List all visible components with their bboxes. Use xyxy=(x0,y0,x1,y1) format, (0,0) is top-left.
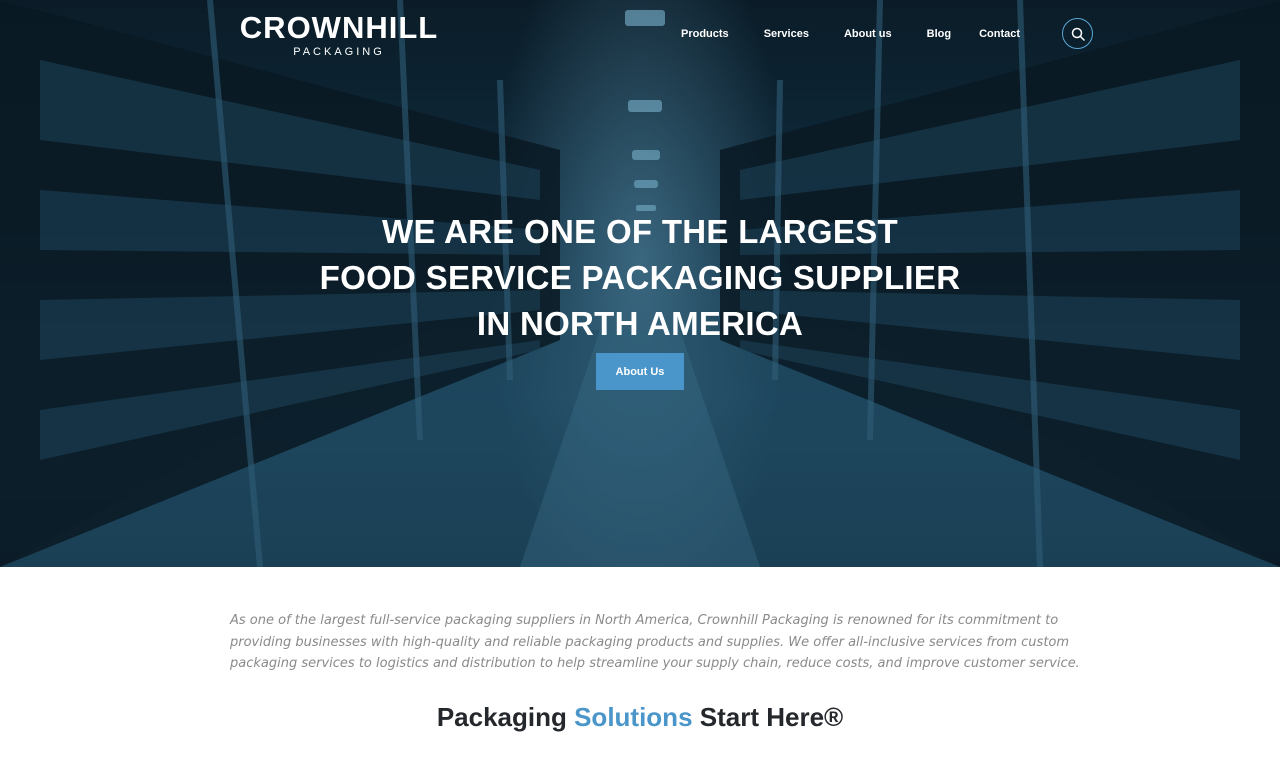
hero-headline-line: WE ARE ONE OF THE LARGEST xyxy=(382,213,898,250)
nav-blog[interactable]: Blog xyxy=(927,28,951,40)
about-us-button[interactable]: About Us xyxy=(596,353,684,390)
crownhill-logo[interactable]: CROWNHILL PACKAGING xyxy=(232,10,446,62)
intro-line: providing businesses with high-quality a… xyxy=(230,634,1070,650)
nav-about-us[interactable]: About us xyxy=(844,28,892,40)
intro-line: As one of the largest full-service packa… xyxy=(230,613,1059,628)
logo-wordmark: CROWNHILL xyxy=(239,10,439,45)
nav-contact[interactable]: Contact xyxy=(979,28,1020,40)
search-button[interactable] xyxy=(1062,18,1093,49)
search-icon xyxy=(1071,27,1085,41)
section-title: Packaging Solutions Start Here® xyxy=(240,700,1040,734)
section-title-part2: Start Here® xyxy=(692,702,844,732)
section-title-accent: Solutions xyxy=(574,702,693,732)
section-title-part1: Packaging xyxy=(436,702,575,732)
hero-headline-line: FOOD SERVICE PACKAGING SUPPLIER xyxy=(319,259,961,296)
intro-paragraph: As one of the largest full-service packa… xyxy=(230,610,1080,675)
nav-services[interactable]: Services xyxy=(764,28,809,40)
hero-banner: CROWNHILL PACKAGING Products Services Ab… xyxy=(0,0,1280,567)
main-navigation: Products Services About us Blog Contact xyxy=(681,24,1020,44)
hero-headline-line: IN NORTH AMERICA xyxy=(476,305,804,342)
hero-headline: WE ARE ONE OF THE LARGEST FOOD SERVICE P… xyxy=(240,209,1040,347)
logo-tagline: PACKAGING xyxy=(293,46,385,58)
nav-products[interactable]: Products xyxy=(681,28,729,40)
intro-line: packaging services to logistics and dist… xyxy=(230,656,1080,671)
